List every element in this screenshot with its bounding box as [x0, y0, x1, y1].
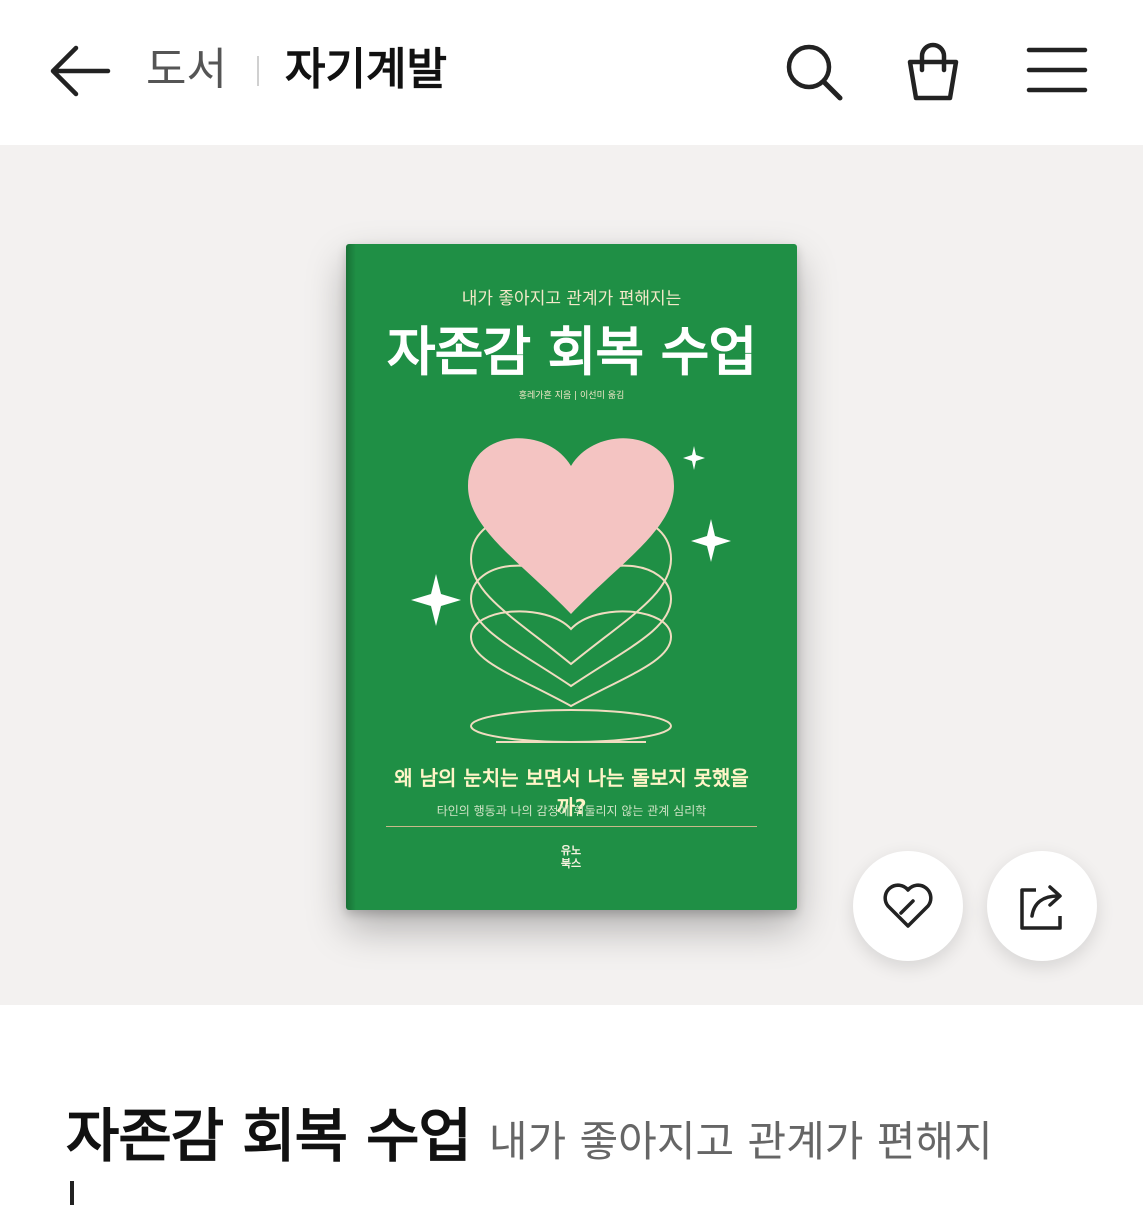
- share-icon: [1020, 885, 1062, 930]
- product-title-line: 자존감 회복 수업 내가 좋아지고 관계가 편해지: [66, 1089, 993, 1173]
- cover-subtitle: 내가 좋아지고 관계가 편해지는: [461, 289, 682, 309]
- cart-button[interactable]: [898, 36, 968, 106]
- back-arrow-icon: [50, 45, 111, 97]
- heart-like-icon: [883, 883, 933, 928]
- sparkle-left: [411, 574, 461, 626]
- search-icon: [786, 44, 843, 101]
- app-header: 도서 자기계발: [0, 0, 1143, 145]
- breadcrumb-category[interactable]: 도서: [146, 40, 227, 100]
- sparkle-small: [683, 446, 705, 470]
- outline-heart-3: [469, 610, 673, 708]
- product-info: 자존감 회복 수업 내가 좋아지고 관계가 편해지: [0, 1005, 1143, 1205]
- cover-publisher-logo: 유노 북스: [546, 844, 596, 870]
- share-button[interactable]: [987, 851, 1097, 961]
- book-cover[interactable]: 내가 좋아지고 관계가 편해지는 자존감 회복 수업 홍레가흔 지음 | 이선미…: [346, 244, 797, 910]
- breadcrumb-separator: [257, 56, 259, 86]
- cover-heart-illustration: [411, 438, 731, 743]
- like-button[interactable]: [853, 851, 963, 961]
- shopping-bag-icon: [907, 42, 959, 101]
- outline-ring: [470, 709, 672, 743]
- title-continuation: [70, 1181, 74, 1205]
- menu-button[interactable]: [1022, 36, 1092, 106]
- cover-author: 홍레가흔 지음 | 이선미 옮김: [518, 391, 625, 401]
- product-title: 자존감 회복 수업: [66, 1102, 472, 1170]
- product-image-area: 내가 좋아지고 관계가 편해지는 자존감 회복 수업 홍레가흔 지음 | 이선미…: [0, 145, 1143, 1005]
- pink-heart: [468, 438, 674, 614]
- product-subtitle: 내가 좋아지고 관계가 편해지: [488, 1117, 993, 1166]
- publisher-line-1: 유노: [560, 844, 582, 857]
- publisher-line-2: 북스: [560, 857, 582, 870]
- hamburger-menu-icon: [1026, 47, 1088, 93]
- cover-title: 자존감 회복 수업: [386, 322, 757, 383]
- search-button[interactable]: [778, 36, 848, 106]
- breadcrumb-current[interactable]: 자기계발: [285, 40, 447, 100]
- sparkle-right: [691, 519, 731, 562]
- back-button[interactable]: [44, 38, 114, 104]
- cover-tagline: 타인의 행동과 나의 감정에 휘둘리지 않는 관계 심리학: [436, 804, 707, 818]
